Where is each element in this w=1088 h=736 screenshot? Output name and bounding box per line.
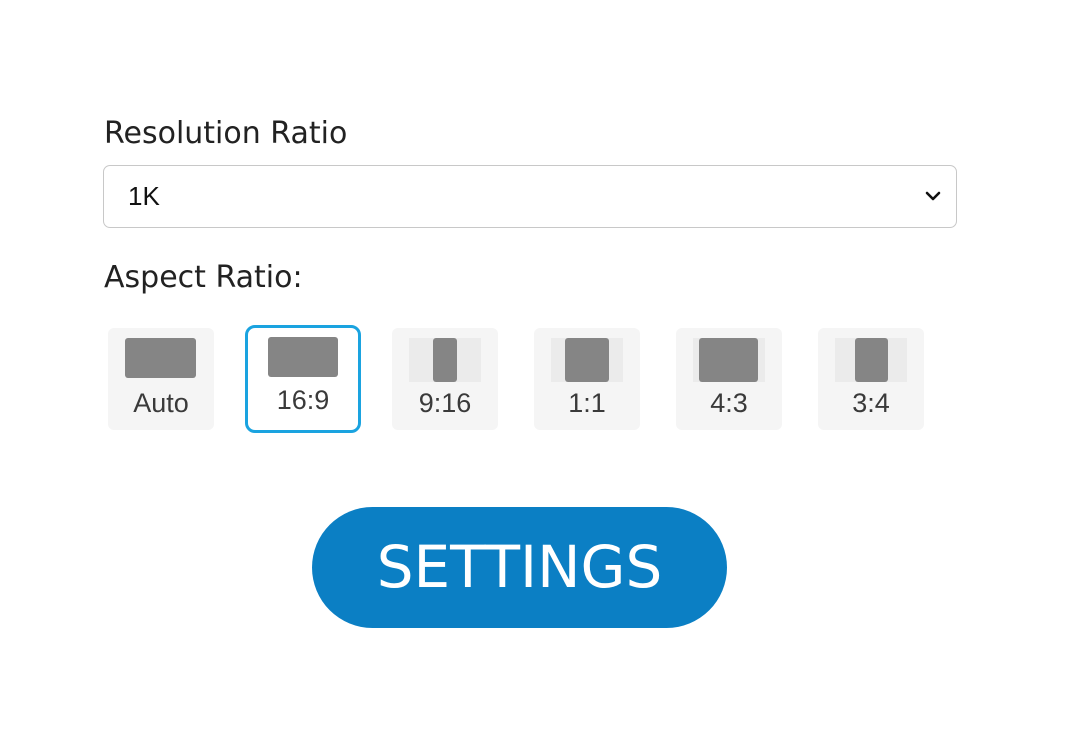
settings-panel: Resolution Ratio 1K Aspect Ratio: Auto 1… (0, 0, 1088, 736)
aspect-option-auto[interactable]: Auto (108, 328, 214, 430)
resolution-selected-value: 1K (128, 181, 160, 211)
aspect-option-label: Auto (133, 388, 189, 418)
aspect-3-4-icon (835, 338, 907, 382)
aspect-option-label: 4:3 (710, 388, 748, 418)
aspect-option-16-9[interactable]: 16:9 (245, 325, 361, 433)
aspect-option-label: 9:16 (418, 388, 472, 418)
aspect-option-label: 1:1 (568, 388, 606, 418)
aspect-option-label: 16:9 (276, 385, 330, 415)
aspect-option-9-16[interactable]: 9:16 (392, 328, 498, 430)
resolution-ratio-select[interactable]: 1K (103, 165, 957, 228)
aspect-auto-icon (125, 338, 196, 378)
aspect-option-3-4[interactable]: 3:4 (818, 328, 924, 430)
aspect-1-1-icon (551, 338, 623, 382)
aspect-9-16-icon (409, 338, 481, 382)
aspect-option-4-3[interactable]: 4:3 (676, 328, 782, 430)
aspect-4-3-icon (693, 338, 765, 382)
aspect-16-9-icon (268, 337, 338, 377)
aspect-ratio-label: Aspect Ratio: (104, 260, 303, 295)
chevron-down-icon (925, 191, 941, 201)
aspect-option-1-1[interactable]: 1:1 (534, 328, 640, 430)
settings-button[interactable]: SETTINGS (312, 507, 727, 628)
aspect-option-label: 3:4 (852, 388, 890, 418)
resolution-ratio-label: Resolution Ratio (104, 116, 348, 151)
